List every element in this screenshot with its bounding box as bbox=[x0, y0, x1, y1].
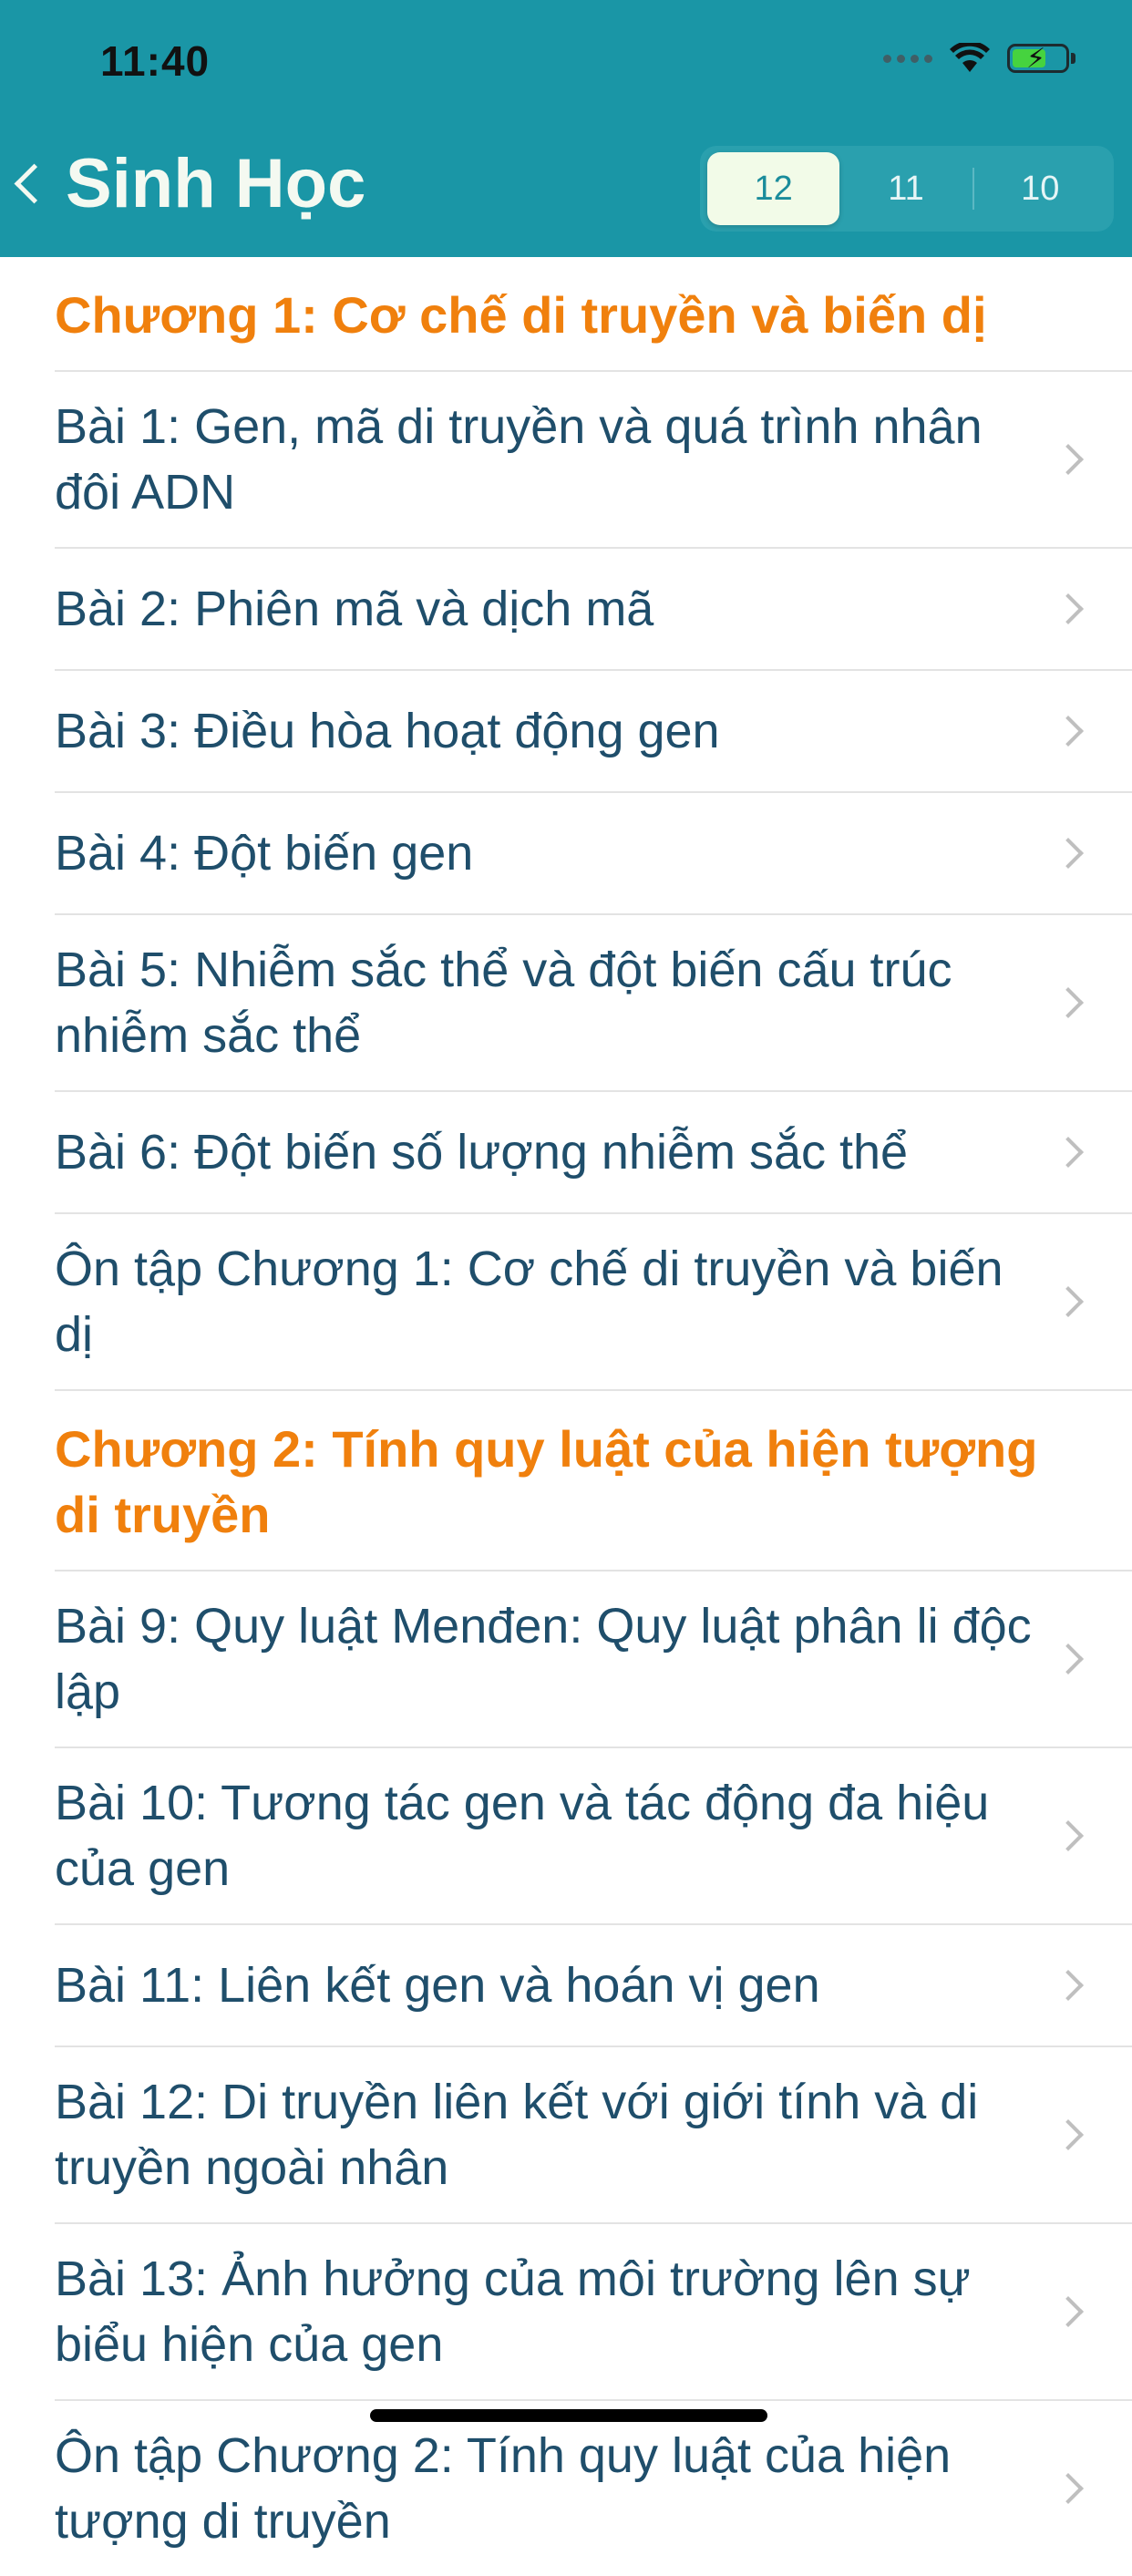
lesson-title: Ôn tập Chương 2: Tính quy luật của hiện … bbox=[55, 2428, 952, 2549]
lesson-title: Bài 12: Di truyền liên kết với giới tính… bbox=[55, 2075, 979, 2195]
status-time: 11:40 bbox=[100, 37, 211, 85]
chevron-right-icon bbox=[1053, 1820, 1084, 1851]
lesson-row[interactable]: Bài 9: Quy luật Menđen: Quy luật phân li… bbox=[0, 1571, 1132, 1747]
chevron-right-icon bbox=[1053, 2296, 1084, 2327]
home-indicator bbox=[370, 2409, 767, 2422]
chevron-right-icon bbox=[1053, 444, 1084, 475]
page-title: Sinh Học bbox=[66, 145, 366, 222]
chapter-header: Chương 2: Tính quy luật của hiện tượng d… bbox=[55, 1420, 1038, 1543]
lesson-title: Bài 2: Phiên mã và dịch mã bbox=[55, 582, 654, 636]
chevron-right-icon bbox=[1053, 838, 1084, 869]
chevron-right-icon bbox=[1053, 1137, 1084, 1168]
chevron-right-icon bbox=[1053, 1643, 1084, 1674]
chevron-right-icon bbox=[1053, 1286, 1084, 1317]
chevron-right-icon bbox=[1053, 716, 1084, 747]
chevron-right-icon bbox=[1053, 1970, 1084, 2001]
cellular-signal-icon bbox=[883, 54, 932, 63]
lesson-title: Bài 3: Điều hòa hoạt động gen bbox=[55, 704, 720, 758]
lesson-title: Bài 1: Gen, mã di truyền và quá trình nh… bbox=[55, 399, 983, 520]
lesson-row[interactable]: Bài 13: Ảnh hưởng của môi trường lên sự … bbox=[0, 2224, 1132, 2399]
lesson-row[interactable]: Bài 11: Liên kết gen và hoán vị gen bbox=[0, 1925, 1132, 2045]
grade-tab-10[interactable]: 10 bbox=[974, 152, 1106, 225]
lesson-row[interactable]: Bài 4: Đột biến gen bbox=[0, 793, 1132, 913]
lesson-row[interactable]: Ôn tập Chương 1: Cơ chế di truyền và biế… bbox=[0, 1214, 1132, 1389]
lesson-title: Bài 13: Ảnh hưởng của môi trường lên sự … bbox=[55, 2251, 971, 2372]
lesson-row[interactable]: Bài 2: Phiên mã và dịch mã bbox=[0, 549, 1132, 669]
lesson-row[interactable]: Bài 3: Điều hòa hoạt động gen bbox=[0, 671, 1132, 791]
lesson-title: Bài 4: Đột biến gen bbox=[55, 826, 474, 881]
lesson-row[interactable]: Bài 1: Gen, mã di truyền và quá trình nh… bbox=[0, 372, 1132, 547]
lesson-title: Bài 6: Đột biến số lượng nhiễm sắc thể bbox=[55, 1125, 909, 1180]
lesson-title: Bài 5: Nhiễm sắc thể và đột biến cấu trú… bbox=[55, 943, 952, 1063]
lesson-row[interactable]: Bài 5: Nhiễm sắc thể và đột biến cấu trú… bbox=[0, 915, 1132, 1090]
back-chevron-icon[interactable] bbox=[14, 163, 55, 204]
grade-tab-11[interactable]: 11 bbox=[839, 152, 972, 225]
chapter-header: Chương 1: Cơ chế di truyền và biến dị bbox=[55, 286, 987, 344]
lesson-title: Bài 11: Liên kết gen và hoán vị gen bbox=[55, 1958, 820, 2013]
lesson-row[interactable]: Bài 10: Tương tác gen và tác động đa hiệ… bbox=[0, 1748, 1132, 1923]
navigation-header: 11:40 ⚡ Sinh Học 12 11 10 bbox=[0, 0, 1132, 257]
chevron-right-icon bbox=[1053, 2473, 1084, 2504]
lesson-row[interactable]: Ôn tập Chương 2: Tính quy luật của hiện … bbox=[0, 2401, 1132, 2576]
grade-tab-12[interactable]: 12 bbox=[707, 152, 840, 225]
chevron-right-icon bbox=[1053, 987, 1084, 1018]
lesson-title: Ôn tập Chương 1: Cơ chế di truyền và biế… bbox=[55, 1242, 1003, 1362]
chevron-right-icon bbox=[1053, 2119, 1084, 2150]
battery-icon: ⚡ bbox=[1007, 44, 1069, 74]
lesson-list: Chương 1: Cơ chế di truyền và biến dị Bà… bbox=[0, 257, 1132, 2576]
wifi-icon bbox=[950, 43, 990, 72]
lesson-title: Bài 9: Quy luật Menđen: Quy luật phân li… bbox=[55, 1599, 1032, 1719]
status-icons: ⚡ bbox=[883, 40, 1075, 77]
chevron-right-icon bbox=[1053, 593, 1084, 624]
lesson-row[interactable]: Bài 6: Đột biến số lượng nhiễm sắc thể bbox=[0, 1092, 1132, 1212]
lesson-row[interactable]: Bài 12: Di truyền liên kết với giới tính… bbox=[0, 2047, 1132, 2222]
grade-segmented-control[interactable]: 12 11 10 bbox=[700, 146, 1114, 232]
lesson-title: Bài 10: Tương tác gen và tác động đa hiệ… bbox=[55, 1776, 990, 1896]
